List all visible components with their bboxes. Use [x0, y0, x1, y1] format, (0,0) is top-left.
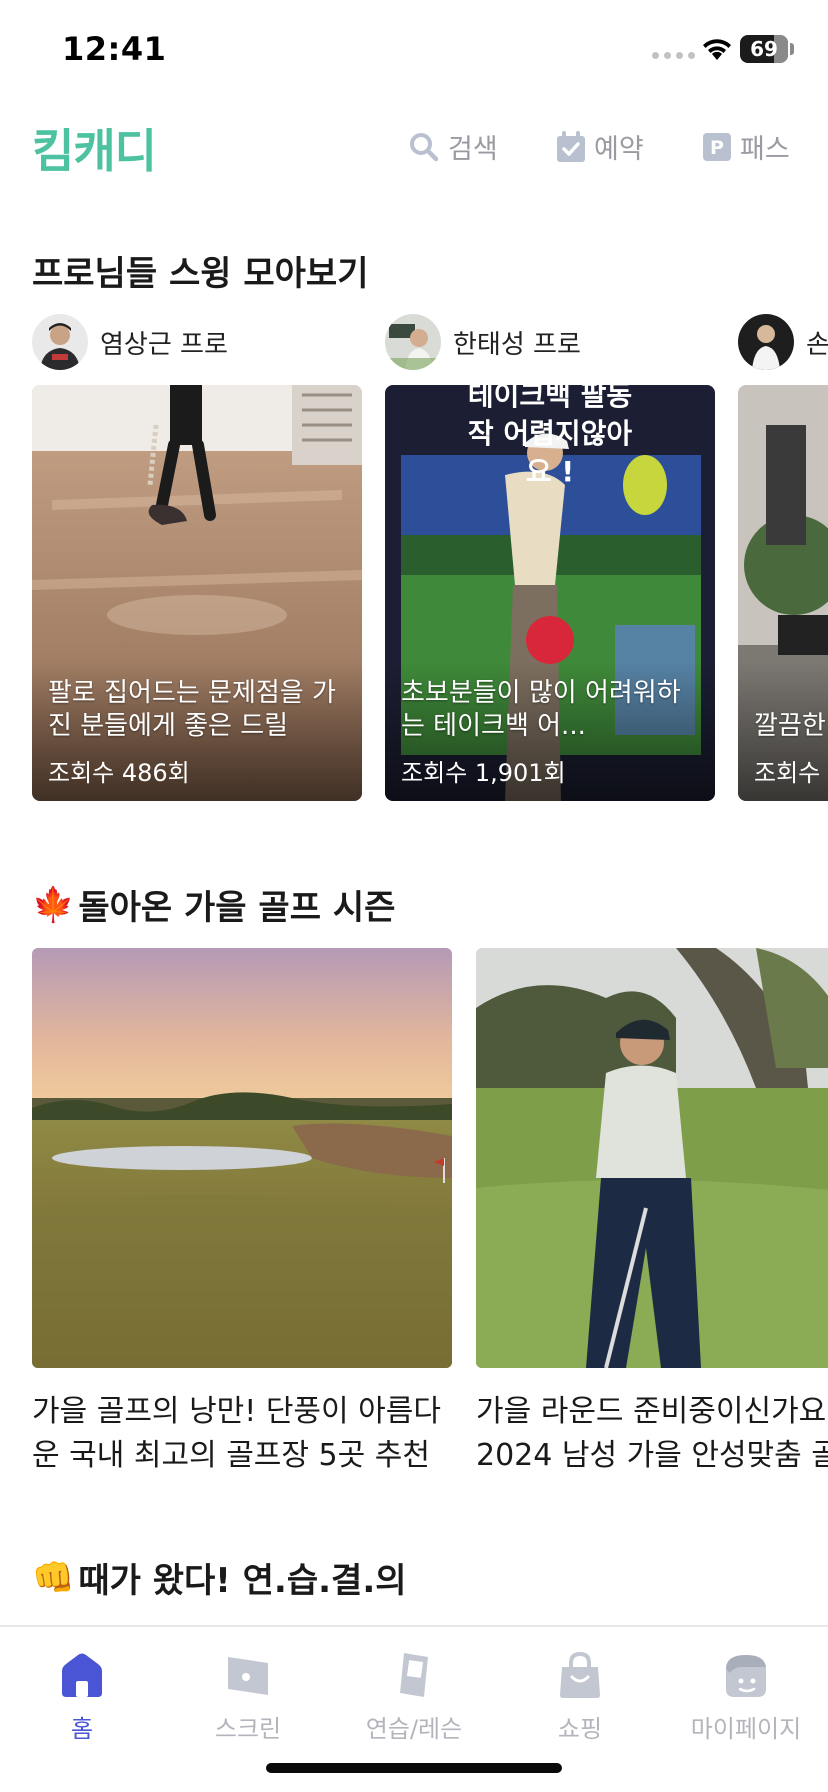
swing-section-title-text: 프로님들 스윙 모아보기	[32, 254, 369, 294]
app-logo[interactable]: 킴캐디	[32, 115, 157, 181]
practice-section-title: 👊 때가 왔다! 연.습.결.의	[32, 1553, 407, 1602]
tab-screen-label: 스크린	[214, 1715, 282, 1743]
video-views-1: 조회수 486회	[48, 759, 190, 787]
search-button[interactable]: 검색	[408, 127, 498, 166]
maple-leaf-icon: 🍁	[32, 884, 75, 925]
tab-mypage-label: 마이페이지	[690, 1715, 802, 1743]
pass-button[interactable]: P 패스	[702, 127, 790, 166]
tab-shopping-label: 쇼핑	[557, 1715, 603, 1743]
tab-practice[interactable]: 연습/레슨	[339, 1649, 489, 1744]
search-icon	[410, 132, 439, 161]
article-title-1-line1: 가을 골프의 낭만! 단풍이 아름다	[32, 1394, 441, 1429]
cellular-signal-icon	[652, 52, 695, 59]
swing-section-title: 프로님들 스윙 모아보기	[32, 246, 368, 295]
pass-label: 패스	[740, 134, 790, 165]
article-card-1[interactable]: 가을 골프의 낭만! 단풍이 아름다 운 국내 최고의 골프장 5곳 추천	[32, 948, 452, 1478]
swing-video-list: 팔로 집어드는 문제점을 가진 분들에게 좋은 드릴 조회수 486회 테이크백…	[0, 385, 828, 803]
video-caption-1: 팔로 집어드는 문제점을 가진 분들에게 좋은 드릴	[48, 678, 336, 741]
status-time: 12:41	[62, 30, 167, 68]
article-title-2: 가을 라운드 준비중이신가요? 2024 남성 가을 안성맞춤 골	[476, 1390, 828, 1478]
article-title-2-line2: 2024 남성 가을 안성맞춤 골	[476, 1438, 828, 1473]
tab-screen[interactable]: 스크린	[173, 1649, 323, 1744]
video-caption-2: 초보분들이 많이 어려워하는 테이크백 어...	[401, 678, 681, 741]
article-title-2-line1: 가을 라운드 준비중이신가요?	[476, 1394, 828, 1429]
pass-badge: P	[710, 137, 724, 159]
profile-icon	[726, 1655, 766, 1697]
tab-practice-label: 연습/레슨	[365, 1715, 463, 1743]
pro-profile-1[interactable]: 염상근 프로	[32, 314, 228, 370]
shopping-bag-icon	[560, 1651, 600, 1698]
tab-shopping[interactable]: 쇼핑	[505, 1649, 655, 1744]
autumn-article-list: 가을 골프의 낭만! 단풍이 아름다 운 국내 최고의 골프장 5곳 추천 가을…	[0, 948, 828, 1478]
pro-avatar-2	[385, 314, 441, 370]
video-overlay-text-2: 테이크백 팔동작 어렵지않아요 !	[467, 385, 633, 488]
video-card-3[interactable]: 깔끔한 조회수	[738, 385, 828, 801]
battery-tip	[790, 43, 794, 55]
autumn-section-title: 🍁 돌아온 가을 골프 시즌	[32, 880, 395, 929]
reserve-label: 예약	[594, 134, 644, 165]
pro-list: 염상근 프로 한태성 프로 손	[0, 312, 828, 372]
article-card-2[interactable]: 가을 라운드 준비중이신가요? 2024 남성 가을 안성맞춤 골	[476, 948, 828, 1478]
home-icon	[62, 1653, 102, 1697]
tab-mypage[interactable]: 마이페이지	[671, 1649, 821, 1744]
pass-icon: P	[703, 132, 731, 161]
pro-avatar-3	[738, 314, 794, 370]
video-views-2: 조회수 1,901회	[401, 759, 566, 787]
wifi-icon	[703, 39, 731, 60]
fist-icon: 👊	[32, 1557, 75, 1598]
status-bar: 12:41 69	[0, 0, 828, 100]
video-card-1[interactable]: 팔로 집어드는 문제점을 가진 분들에게 좋은 드릴 조회수 486회	[32, 385, 362, 801]
pro-profile-3[interactable]: 손	[738, 314, 828, 370]
autumn-section-title-text: 돌아온 가을 골프 시즌	[78, 888, 396, 928]
article-image-2	[476, 948, 828, 1368]
pro-avatar-1	[32, 314, 88, 370]
article-title-1: 가을 골프의 낭만! 단풍이 아름다 운 국내 최고의 골프장 5곳 추천	[32, 1390, 472, 1478]
screen-icon	[228, 1657, 268, 1695]
video-caption-3: 깔끔한	[754, 711, 826, 741]
practice-icon	[400, 1653, 428, 1697]
calendar-check-icon	[557, 130, 585, 162]
app-header: 킴캐디 검색 예약 P 패스	[0, 105, 828, 185]
home-indicator[interactable]	[266, 1763, 562, 1773]
article-image-1	[32, 948, 452, 1368]
pro-profile-2[interactable]: 한태성 프로	[385, 314, 581, 370]
tab-home-label: 홈	[70, 1715, 94, 1743]
search-label: 검색	[448, 134, 498, 165]
reserve-button[interactable]: 예약	[556, 127, 644, 166]
pro-name-2: 한태성 프로	[453, 329, 581, 360]
article-title-1-line2: 운 국내 최고의 골프장 5곳 추천	[32, 1438, 430, 1473]
video-card-2[interactable]: 테이크백 팔동작 어렵지않아요 ! 초보분들이 많이 어려워하는 테이크백 어.…	[385, 385, 715, 801]
video-views-3: 조회수	[754, 759, 821, 787]
pro-name-1: 염상근 프로	[100, 329, 228, 360]
tab-home[interactable]: 홈	[7, 1649, 157, 1744]
pro-name-3: 손	[806, 329, 828, 360]
battery-level: 69	[750, 37, 778, 61]
battery-icon: 69	[740, 35, 788, 63]
practice-section-title-text: 때가 왔다! 연.습.결.의	[78, 1561, 407, 1601]
